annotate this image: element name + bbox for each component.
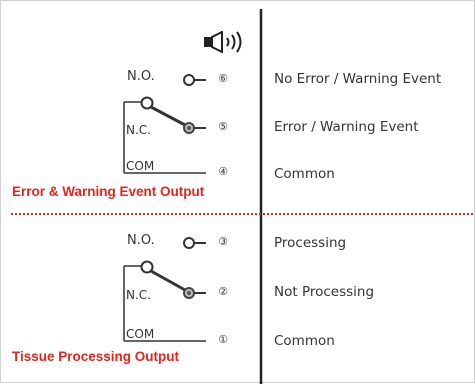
nc-label: N.C. [126, 123, 151, 137]
no-label: N.O. [127, 233, 155, 248]
nc-contact-inner [187, 126, 191, 130]
description-error: Error / Warning Event [274, 119, 419, 135]
no-contact-terminal [183, 237, 195, 249]
speaker-icon [204, 31, 242, 53]
nc-contact-inner [187, 291, 191, 295]
error-section-title: Error & Warning Event Output [12, 184, 205, 199]
description-processing: Processing [274, 235, 347, 251]
relay-arm [150, 105, 186, 127]
terminal-5: ⑤ [218, 120, 228, 133]
terminal-4: ④ [218, 165, 228, 178]
no-label: N.O. [127, 69, 155, 84]
terminal-1: ① [218, 333, 228, 346]
description-not-processing: Not Processing [274, 284, 375, 300]
no-contact-terminal [183, 74, 195, 86]
terminal-6: ⑥ [218, 72, 228, 85]
description-common: Common [274, 166, 335, 182]
terminal-3: ③ [218, 235, 228, 248]
com-label: COM [126, 327, 155, 341]
terminal-2: ② [218, 285, 228, 298]
relay-pivot [140, 260, 154, 274]
relay-output-diagram: N.O. N.C. COM ⑥ ⑤ ④ No Error / Warning E… [0, 0, 475, 384]
nc-label: N.C. [126, 288, 151, 302]
relay-pivot [140, 96, 154, 110]
description-no-error: No Error / Warning Event [274, 71, 442, 87]
description-common: Common [274, 333, 335, 349]
com-label: COM [126, 159, 155, 173]
relay-arm [150, 269, 186, 292]
processing-section-title: Tissue Processing Output [12, 349, 180, 364]
